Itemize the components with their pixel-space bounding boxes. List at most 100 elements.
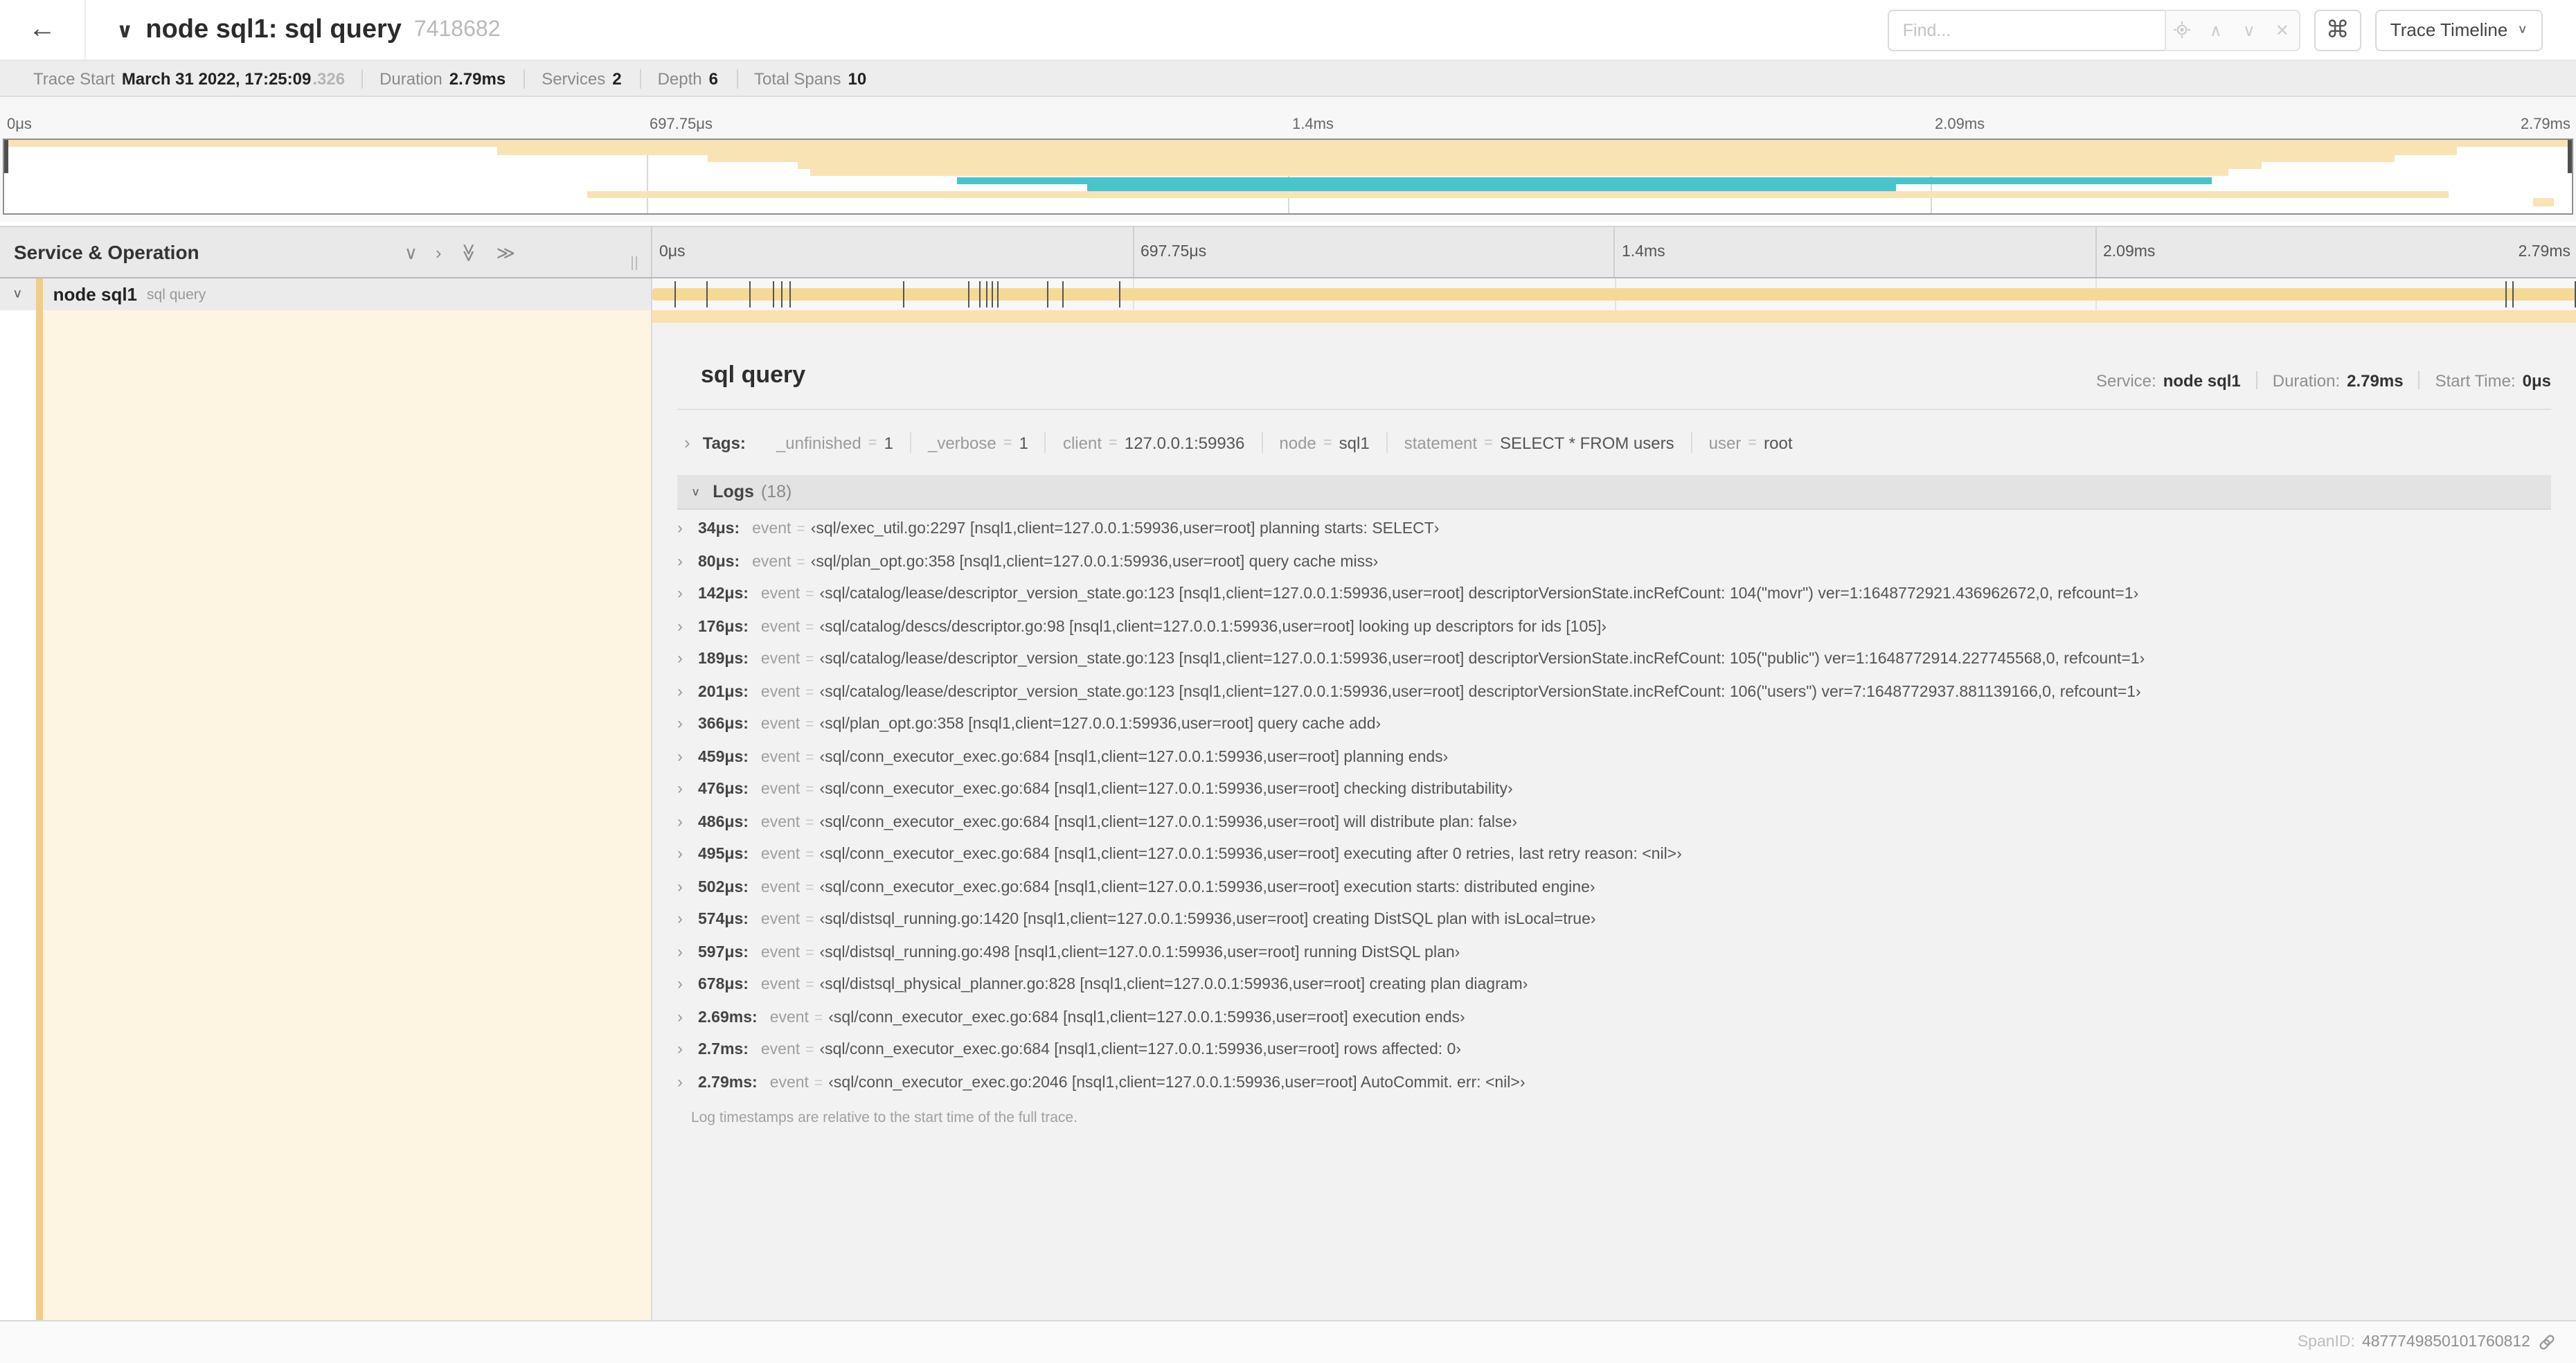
find-group: ∧ ∨ ✕ <box>1887 9 2300 51</box>
deep-link-icon[interactable] <box>2537 1333 2557 1352</box>
log-row[interactable]: › 2.79ms: event = ‹sql/conn_executor_exe… <box>677 1071 2551 1104</box>
jaeger-trace-page: ← ∨ node sql1: sql query 7418682 ∧ ∨ ✕ ⌘ <box>0 0 2576 1363</box>
minimap-canvas[interactable] <box>3 139 2573 215</box>
summary-label: Depth <box>657 69 702 88</box>
timeline-column: 2.09ms <box>2095 227 2576 277</box>
collapse-trace-icon[interactable]: ∨ <box>116 17 133 42</box>
log-field-value: ‹sql/catalog/descs/descriptor.go:98 [nsq… <box>819 618 1607 635</box>
expand-all-icon[interactable]: ≫ <box>497 243 515 261</box>
clear-search-icon[interactable]: ✕ <box>2266 10 2299 49</box>
back-button[interactable]: ← <box>0 0 86 60</box>
keyboard-shortcuts-button[interactable]: ⌘ <box>2314 9 2361 51</box>
log-event-tick <box>967 281 969 308</box>
log-equals: = <box>814 1074 823 1091</box>
log-row[interactable]: › 459μs: event = ‹sql/conn_executor_exec… <box>677 746 2551 778</box>
log-field-value: ‹sql/catalog/lease/descriptor_version_st… <box>819 586 2139 603</box>
minimap-span-bar <box>810 169 2228 177</box>
log-timestamp: 678μs: <box>698 977 749 993</box>
timeline-column: 1.4ms <box>1613 227 2095 277</box>
expand-one-icon[interactable]: › <box>436 243 442 261</box>
minimap-ruler: 0μs 697.75μs 1.4ms 2.09ms 2.79ms <box>3 97 2573 139</box>
log-row[interactable]: › 2.69ms: event = ‹sql/conn_executor_exe… <box>677 1006 2551 1039</box>
tag-equals: = <box>1323 434 1332 451</box>
log-field-value: ‹sql/conn_executor_exec.go:2046 [nsql1,c… <box>828 1074 1526 1091</box>
span-row: ∨ node sql1 sql query <box>0 278 2576 310</box>
view-selector-button[interactable]: Trace Timeline ∨ <box>2374 9 2543 51</box>
log-row[interactable]: › 476μs: event = ‹sql/conn_executor_exec… <box>677 778 2551 811</box>
tag-item: _unfinished = 1 <box>760 432 910 453</box>
summary-label: Total Spans <box>754 69 841 88</box>
log-field-key: event <box>769 1009 809 1026</box>
log-equals: = <box>805 846 814 863</box>
collapse-one-icon[interactable]: ∨ <box>404 243 418 261</box>
log-timestamp: 80μs: <box>698 553 740 570</box>
log-timestamp: 366μs: <box>698 716 749 733</box>
tags-section[interactable]: › Tags: _unfinished = 1 _verbose = 1 cli… <box>677 410 2551 467</box>
log-row[interactable]: › 80μs: event = ‹sql/plan_opt.go:358 [ns… <box>677 551 2551 583</box>
log-row[interactable]: › 189μs: event = ‹sql/catalog/lease/desc… <box>677 648 2551 681</box>
span-color-accent <box>36 310 43 1320</box>
service-operation-title: Service & Operation <box>14 241 199 263</box>
locate-icon[interactable] <box>2166 10 2199 49</box>
next-result-icon[interactable]: ∨ <box>2233 10 2266 49</box>
tag-value: 127.0.0.1:59936 <box>1124 433 1245 452</box>
log-row[interactable]: › 502μs: event = ‹sql/conn_executor_exec… <box>677 876 2551 909</box>
log-row[interactable]: › 495μs: event = ‹sql/conn_executor_exec… <box>677 844 2551 876</box>
minimap-left-scrubber[interactable] <box>4 140 8 173</box>
log-field-key: event <box>760 651 800 668</box>
log-field-value: ‹sql/distsql_running.go:498 [nsql1,clien… <box>819 944 1460 961</box>
tag-value: 1 <box>1019 433 1028 452</box>
log-row[interactable]: › 678μs: event = ‹sql/distsql_physical_p… <box>677 974 2551 1006</box>
log-equals: = <box>805 814 814 830</box>
prev-result-icon[interactable]: ∧ <box>2199 10 2233 49</box>
logs-section-header[interactable]: ∨ Logs (18) <box>677 475 2551 510</box>
minimap-right-scrubber[interactable] <box>2568 140 2572 173</box>
log-field-value: ‹sql/conn_executor_exec.go:684 [nsql1,cl… <box>819 879 1595 896</box>
log-timestamp: 495μs: <box>698 846 749 863</box>
summary-label: Trace Start <box>33 69 115 88</box>
chevron-right-icon: › <box>677 1071 683 1091</box>
log-row[interactable]: › 597μs: event = ‹sql/distsql_running.go… <box>677 941 2551 974</box>
chevron-right-icon: › <box>677 616 683 635</box>
summary-item: Depth 6 <box>639 69 736 88</box>
log-row[interactable]: › 142μs: event = ‹sql/catalog/lease/desc… <box>677 583 2551 616</box>
log-row[interactable]: › 486μs: event = ‹sql/conn_executor_exec… <box>677 811 2551 844</box>
minimap-span-bar <box>4 140 2572 148</box>
log-row[interactable]: › 176μs: event = ‹sql/catalog/descs/desc… <box>677 616 2551 648</box>
span-duration-bar[interactable] <box>652 288 2576 301</box>
span-row-timeline-cell[interactable] <box>651 278 2576 310</box>
collapse-all-icon[interactable]: ≫ <box>458 242 479 261</box>
log-row[interactable]: › 34μs: event = ‹sql/exec_util.go:2297 [… <box>677 518 2551 551</box>
log-equals: = <box>805 684 814 700</box>
chevron-right-icon: › <box>677 713 683 733</box>
log-timestamp: 34μs: <box>698 521 740 537</box>
span-detail-top-accent <box>652 310 2576 323</box>
log-row[interactable]: › 366μs: event = ‹sql/plan_opt.go:358 [n… <box>677 713 2551 746</box>
log-timestamp: 486μs: <box>698 814 749 830</box>
log-equals: = <box>814 1009 823 1026</box>
column-resizer-handle[interactable] <box>632 256 637 270</box>
tag-item: statement = SELECT * FROM users <box>1386 432 1691 453</box>
log-row[interactable]: › 201μs: event = ‹sql/catalog/lease/desc… <box>677 681 2551 713</box>
tag-equals: = <box>1484 434 1493 451</box>
log-event-tick <box>2512 281 2514 308</box>
log-row[interactable]: › 2.7ms: event = ‹sql/conn_executor_exec… <box>677 1039 2551 1071</box>
find-input[interactable] <box>1887 9 2165 51</box>
bottom-bar: SpanID: 4877749850101760812 <box>0 1320 2576 1363</box>
tag-key: statement <box>1404 433 1478 452</box>
log-event-tick <box>2505 281 2507 308</box>
span-start-meta: Start Time: 0μs <box>2418 371 2551 390</box>
log-equals: = <box>796 553 805 570</box>
chevron-down-icon: ∨ <box>2517 23 2528 37</box>
view-selector-label: Trace Timeline <box>2390 19 2508 40</box>
log-row[interactable]: › 574μs: event = ‹sql/distsql_running.go… <box>677 909 2551 941</box>
collapse-span-icon[interactable]: ∨ <box>12 287 23 301</box>
find-buttons: ∧ ∨ ✕ <box>2164 9 2300 51</box>
chevron-right-icon: › <box>677 778 683 798</box>
log-field-value: ‹sql/conn_executor_exec.go:684 [nsql1,cl… <box>819 1042 1462 1058</box>
span-row-name-cell[interactable]: ∨ node sql1 sql query <box>0 278 651 310</box>
chevron-right-icon: › <box>677 844 683 863</box>
log-timestamp: 459μs: <box>698 749 749 765</box>
logs-count: (18) <box>760 482 792 501</box>
log-field-key: event <box>760 911 800 928</box>
